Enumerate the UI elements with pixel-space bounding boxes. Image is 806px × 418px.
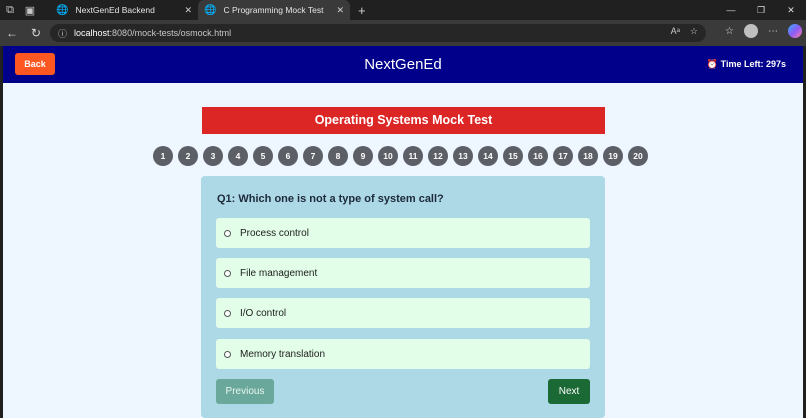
web-page: Back NextGenEd ⏰ Time Left: 297s Operati… xyxy=(3,46,803,418)
option-label: I/O control xyxy=(240,307,287,319)
previous-button[interactable]: Previous xyxy=(216,379,274,404)
question-number-button[interactable]: 20 xyxy=(628,146,648,166)
question-number-button[interactable]: 10 xyxy=(378,146,398,166)
question-navigator: 1 2 3 4 5 6 7 8 9 10 11 12 13 14 15 16 17 18 19 20 xyxy=(153,146,648,166)
question-number-button[interactable]: 5 xyxy=(253,146,273,166)
close-window-icon[interactable]: ✕ xyxy=(776,0,806,20)
question-number-button[interactable]: 14 xyxy=(478,146,498,166)
question-number-button[interactable]: 1 xyxy=(153,146,173,166)
site-title: NextGenEd xyxy=(364,56,442,73)
question-number-button[interactable]: 19 xyxy=(603,146,623,166)
close-tab-icon[interactable]: ✕ xyxy=(184,5,192,16)
question-number-button[interactable]: 12 xyxy=(428,146,448,166)
globe-icon: 🌐 xyxy=(56,4,69,16)
browser-address-row: ← ↻ ⓘ localhost:8080/mock-tests/osmock.h… xyxy=(0,20,806,46)
option-label: Memory translation xyxy=(240,348,326,360)
copilot-icon[interactable] xyxy=(788,24,802,38)
question-number-button[interactable]: 16 xyxy=(528,146,548,166)
radio-button[interactable] xyxy=(224,350,231,358)
question-text: Q1: Which one is not a type of system ca… xyxy=(217,193,444,205)
option-4[interactable]: Memory translation xyxy=(216,339,590,369)
browser-toolbar-right: ☆ ⋯ xyxy=(725,24,802,38)
tab-title: NextGenEd Backend xyxy=(75,5,155,15)
question-number-button[interactable]: 13 xyxy=(453,146,473,166)
url-path: :8080/mock-tests/osmock.html xyxy=(109,28,232,38)
question-number-button[interactable]: 6 xyxy=(278,146,298,166)
window-controls: — ❐ ✕ xyxy=(716,0,806,20)
new-tab-icon[interactable]: + xyxy=(358,3,366,18)
browser-tab-bar: ⧉ ▣ 🌐 NextGenEd Backend ✕ 🌐 C Programmin… xyxy=(0,0,806,20)
site-header: Back NextGenEd ⏰ Time Left: 297s xyxy=(3,46,803,83)
browser-tab-backend[interactable]: 🌐 NextGenEd Backend ✕ xyxy=(50,0,198,20)
option-3[interactable]: I/O control xyxy=(216,298,590,328)
time-left-display: ⏰ Time Left: 297s xyxy=(706,59,786,69)
radio-button[interactable] xyxy=(224,269,231,277)
favorites-icon[interactable]: ☆ xyxy=(725,26,734,37)
browser-tab-mock-test[interactable]: 🌐 C Programming Mock Test ✕ xyxy=(198,0,350,20)
question-number-button[interactable]: 11 xyxy=(403,146,423,166)
site-info-icon[interactable]: ⓘ xyxy=(58,27,67,40)
url-host: localhost xyxy=(74,28,110,38)
globe-icon: 🌐 xyxy=(204,4,217,16)
option-1[interactable]: Process control xyxy=(216,218,590,248)
question-number-button[interactable]: 18 xyxy=(578,146,598,166)
profile-avatar[interactable] xyxy=(744,24,758,38)
workspaces-icon[interactable]: ⧉ xyxy=(0,0,20,20)
question-number-button[interactable]: 3 xyxy=(203,146,223,166)
question-number-button[interactable]: 9 xyxy=(353,146,373,166)
question-number-button[interactable]: 4 xyxy=(228,146,248,166)
option-label: File management xyxy=(240,267,318,279)
radio-button[interactable] xyxy=(224,229,231,237)
radio-button[interactable] xyxy=(224,309,231,317)
refresh-icon[interactable]: ↻ xyxy=(24,26,48,40)
question-number-button[interactable]: 8 xyxy=(328,146,348,166)
test-title: Operating Systems Mock Test xyxy=(202,107,605,134)
minimize-icon[interactable]: — xyxy=(716,0,746,20)
question-number-button[interactable]: 17 xyxy=(553,146,573,166)
question-number-button[interactable]: 7 xyxy=(303,146,323,166)
option-label: Process control xyxy=(240,227,309,239)
tab-title: C Programming Mock Test xyxy=(223,5,324,15)
close-tab-icon[interactable]: ✕ xyxy=(336,5,344,16)
favorite-star-icon[interactable]: ☆ xyxy=(690,26,698,37)
question-card: Q1: Which one is not a type of system ca… xyxy=(201,176,605,418)
question-number-button[interactable]: 15 xyxy=(503,146,523,166)
option-2[interactable]: File management xyxy=(216,258,590,288)
back-arrow-icon[interactable]: ← xyxy=(0,26,24,40)
restore-icon[interactable]: ❐ xyxy=(746,0,776,20)
question-number-button[interactable]: 2 xyxy=(178,146,198,166)
address-bar[interactable]: ⓘ localhost:8080/mock-tests/osmock.html … xyxy=(50,24,706,42)
more-menu-icon[interactable]: ⋯ xyxy=(768,26,778,37)
read-aloud-icon[interactable]: Aᵃ xyxy=(671,26,680,37)
next-button[interactable]: Next xyxy=(548,379,590,404)
tab-actions-icon[interactable]: ▣ xyxy=(20,0,40,20)
